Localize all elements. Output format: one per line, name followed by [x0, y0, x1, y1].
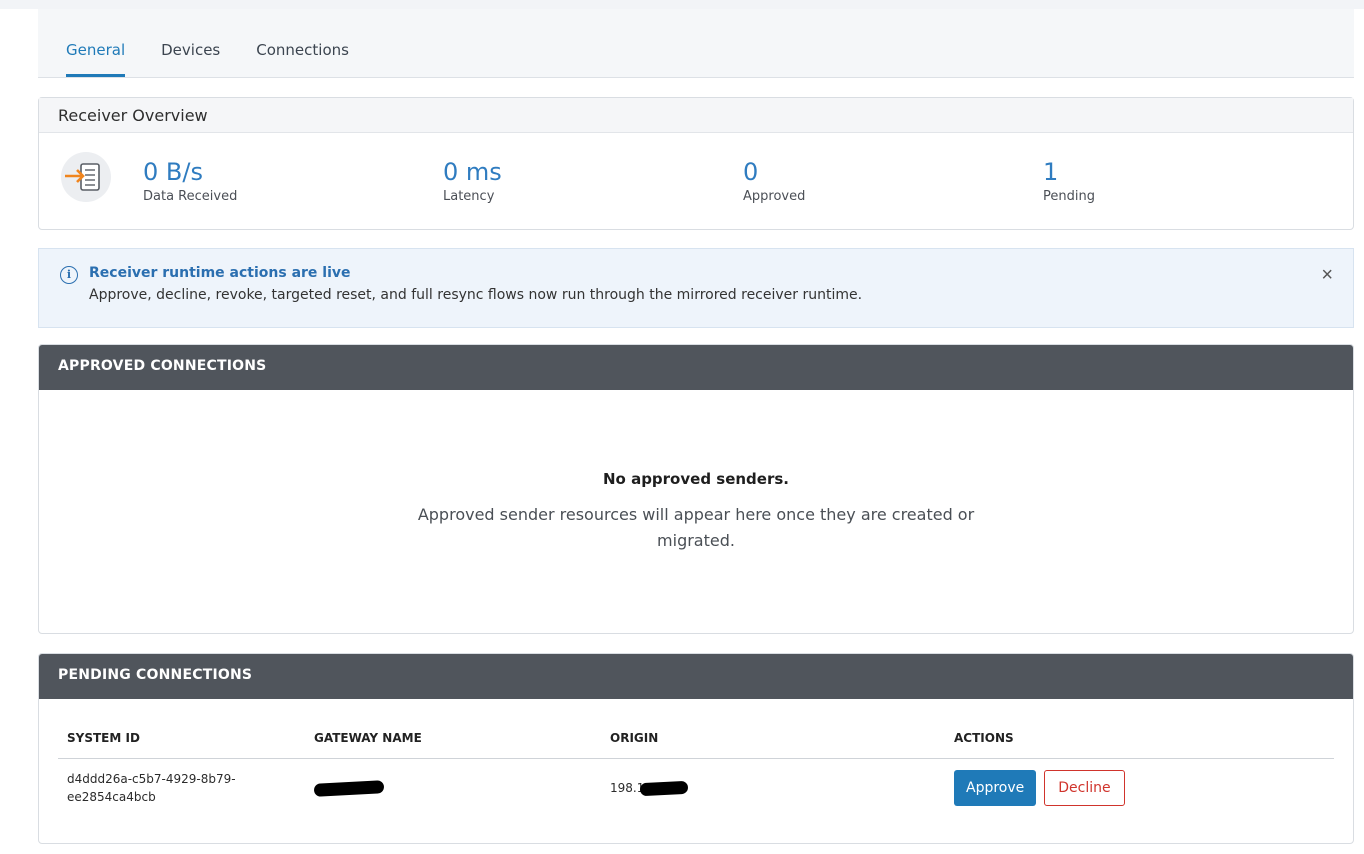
overview-title: Receiver Overview	[39, 98, 1353, 133]
stat-approved: 0 Approved	[743, 158, 805, 204]
system-id-line: ee2854ca4bcb	[67, 790, 156, 804]
tab-general[interactable]: General	[66, 9, 126, 77]
stat-value: 1	[1043, 158, 1059, 186]
pending-connections-header: PENDING CONNECTIONS	[39, 654, 1353, 699]
stat-value: 0	[743, 158, 759, 186]
top-strip	[0, 0, 1364, 9]
gateway-name-cell	[313, 780, 610, 797]
stat-label: Latency	[443, 189, 495, 204]
redaction-mark	[313, 780, 385, 797]
column-header-system-id: SYSTEM ID	[67, 730, 140, 745]
column-header-actions: ACTIONS	[954, 730, 1014, 745]
redaction-mark	[640, 780, 689, 797]
close-icon[interactable]: ×	[1321, 265, 1333, 285]
alert-title: Receiver runtime actions are live	[89, 265, 351, 281]
page-container: General Devices Connections Receiver Ove…	[38, 9, 1354, 844]
stat-latency: 0 ms Latency	[443, 158, 502, 204]
column-header-gateway-name: GATEWAY NAME	[314, 730, 422, 745]
stat-data-received: 0 B/s Data Received	[143, 158, 237, 204]
alert-message: Approve, decline, revoke, targeted reset…	[89, 287, 863, 303]
stat-value: 0 ms	[443, 158, 502, 186]
approve-button[interactable]: Approve	[954, 770, 1037, 806]
approved-connections-panel: APPROVED CONNECTIONS No approved senders…	[38, 344, 1354, 634]
table-row: d4ddd26a-c5b7-4929-8b79- ee2854ca4bcb 19…	[58, 759, 1334, 817]
decline-button[interactable]: Decline	[1044, 770, 1125, 806]
stat-pending: 1 Pending	[1043, 158, 1095, 204]
empty-state-message: Approved sender resources will appear he…	[417, 505, 975, 550]
tab-connections[interactable]: Connections	[256, 9, 349, 77]
stat-label: Pending	[1043, 189, 1095, 204]
pending-connections-table: SYSTEM ID GATEWAY NAME ORIGIN ACTIONS d4…	[58, 717, 1334, 817]
info-icon: i	[60, 266, 78, 284]
tab-devices[interactable]: Devices	[161, 9, 220, 77]
column-header-origin: ORIGIN	[610, 730, 659, 745]
stat-label: Data Received	[143, 189, 238, 204]
approved-connections-header: APPROVED CONNECTIONS	[39, 345, 1353, 390]
origin-cell: 198.1	[610, 780, 954, 797]
empty-state: No approved senders. Approved sender res…	[39, 390, 1353, 554]
tab-bar: General Devices Connections	[38, 9, 1354, 78]
table-header-row: SYSTEM ID GATEWAY NAME ORIGIN ACTIONS	[58, 717, 1334, 759]
actions-cell: Approve Decline	[954, 770, 1334, 806]
runtime-info-alert: i Receiver runtime actions are live Appr…	[38, 248, 1354, 328]
stat-label: Approved	[743, 189, 806, 204]
receiver-server-icon	[61, 152, 111, 202]
receiver-overview-card: Receiver Overview 0 B/s Data Received 0 …	[38, 97, 1354, 230]
empty-state-title: No approved senders.	[602, 470, 789, 488]
overview-stats: 0 B/s Data Received 0 ms Latency 0 Appro…	[39, 133, 1353, 229]
pending-connections-panel: PENDING CONNECTIONS SYSTEM ID GATEWAY NA…	[38, 653, 1354, 844]
system-id-line: d4ddd26a-c5b7-4929-8b79-	[67, 772, 236, 786]
system-id-cell: d4ddd26a-c5b7-4929-8b79- ee2854ca4bcb	[58, 770, 314, 806]
stat-value: 0 B/s	[143, 158, 203, 186]
